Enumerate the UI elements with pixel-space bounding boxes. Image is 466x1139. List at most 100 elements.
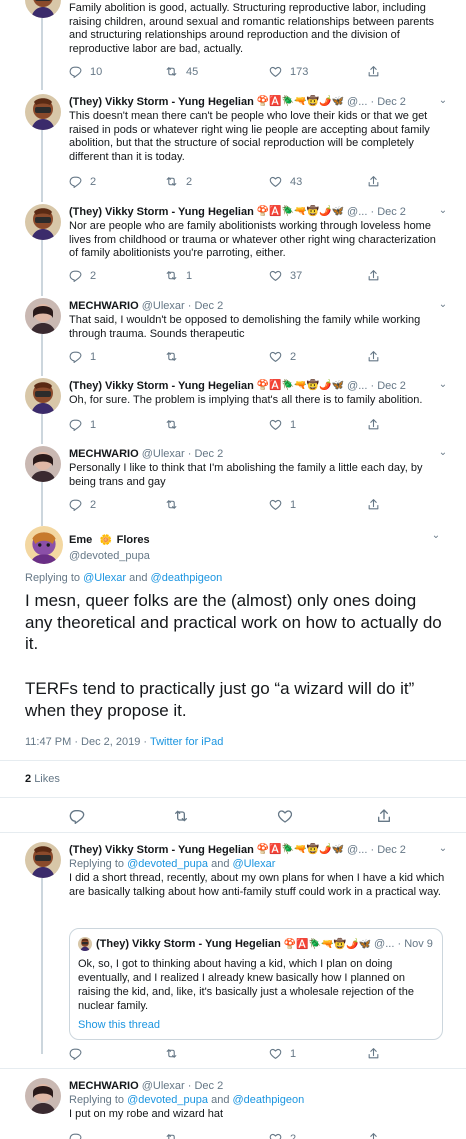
reply-button[interactable] [69,1047,90,1060]
like-button[interactable] [277,808,301,824]
display-name[interactable]: (They) Vikky Storm - Yung Hegelian [69,843,254,857]
divider [0,760,466,761]
mention-link[interactable]: @deathpigeon [233,1094,305,1106]
avatar[interactable] [25,298,61,334]
avatar[interactable] [25,526,63,564]
tweet-date[interactable]: Dec 2 [194,1079,223,1093]
retweet-button[interactable] [165,418,186,431]
share-button[interactable] [367,498,388,511]
reply-count: 2 [90,269,97,282]
handle[interactable]: @... [347,843,367,857]
share-button[interactable] [367,175,388,188]
display-name[interactable]: Eme [69,534,92,546]
reply-button[interactable]: 1 [69,418,96,431]
like-button[interactable]: 173 [269,65,308,78]
mention-link[interactable]: @devoted_pupa [127,1094,208,1106]
display-name-last[interactable]: Flores [117,534,150,546]
mention-link[interactable]: @devoted_pupa [127,858,208,870]
quoted-tweet[interactable]: (They) Vikky Storm - Yung Hegelian 🍄🅰️🪲🔫🤠… [69,928,443,1040]
like-button[interactable]: 2 [269,350,296,363]
tweet-date[interactable]: Dec 2 [377,379,406,393]
tweet-date[interactable]: Dec 2 [194,299,223,313]
display-name[interactable]: (They) Vikky Storm - Yung Hegelian [69,95,254,109]
avatar[interactable] [25,0,61,18]
reply-button[interactable]: 10 [69,65,102,78]
chevron-down-icon[interactable]: ⌄ [436,843,450,857]
share-button[interactable] [367,1047,388,1060]
tweet-date[interactable]: Dec 2 [194,447,223,461]
avatar[interactable] [25,446,61,482]
display-name[interactable]: MECHWARIO [69,447,139,461]
chevron-down-icon[interactable]: ⌄ [436,205,450,219]
avatar[interactable] [25,842,61,878]
thread-line [41,128,43,202]
like-button[interactable]: 2 [269,1132,296,1139]
handle[interactable]: @Ulexar [142,447,185,461]
display-name[interactable]: MECHWARIO [69,299,139,313]
reply-button[interactable] [69,1132,90,1139]
like-button[interactable]: 1 [269,1047,296,1060]
retweet-button[interactable] [165,1132,186,1139]
chevron-down-icon[interactable]: ⌄ [429,530,443,544]
chevron-down-icon[interactable]: ⌄ [436,447,450,461]
chevron-down-icon[interactable]: ⌄ [436,299,450,313]
retweet-button[interactable]: 2 [165,175,192,188]
reply-button[interactable]: 2 [69,175,96,188]
handle[interactable]: @Ulexar [142,299,185,313]
avatar[interactable] [25,1078,61,1114]
like-button[interactable]: 1 [269,498,296,511]
retweet-icon [165,175,178,188]
chevron-down-icon[interactable]: ⌄ [436,379,450,393]
retweet-button[interactable] [165,498,186,511]
reply-button[interactable]: 1 [69,350,96,363]
avatar[interactable] [25,94,61,130]
share-button[interactable] [376,808,400,824]
like-button[interactable]: 43 [269,175,302,188]
tweet-date[interactable]: Dec 2 [377,205,406,219]
mention-link[interactable]: @Ulexar [83,572,126,584]
share-button[interactable] [367,350,388,363]
retweet-icon [165,350,178,363]
reply-button[interactable]: 2 [69,498,96,511]
share-button[interactable] [367,1132,388,1139]
handle[interactable]: @... [347,95,367,109]
retweet-icon [165,1132,178,1139]
like-count: 1 [290,418,297,431]
retweet-button[interactable]: 45 [165,65,198,78]
likes-count[interactable]: 2 [25,773,31,785]
share-button[interactable] [367,65,388,78]
mention-link[interactable]: @deathpigeon [151,572,223,584]
thread-line [41,878,43,1054]
mention-link[interactable]: @Ulexar [233,858,276,870]
display-name[interactable]: (They) Vikky Storm - Yung Hegelian [69,379,254,393]
reply-icon [69,65,82,78]
handle[interactable]: @devoted_pupa [69,550,150,562]
retweet-button[interactable]: 1 [165,269,192,282]
reply-button[interactable]: 2 [69,269,96,282]
handle[interactable]: @... [347,205,367,219]
retweet-button[interactable] [165,1047,186,1060]
likes-label[interactable]: Likes [34,773,60,785]
thread-line [41,414,43,444]
tweet-source[interactable]: Twitter for iPad [150,736,223,748]
retweet-button[interactable] [173,808,197,824]
display-name[interactable]: MECHWARIO [69,1079,139,1093]
avatar[interactable] [25,204,61,240]
retweet-button[interactable] [165,350,186,363]
handle[interactable]: @... [347,379,367,393]
replying-to: Replying to @devoted_pupa and @Ulexar [69,857,446,871]
share-button[interactable] [367,269,388,282]
like-button[interactable]: 37 [269,269,302,282]
tweet-date[interactable]: Dec 2 [377,843,406,857]
reply-button[interactable] [69,808,93,824]
display-name[interactable]: (They) Vikky Storm - Yung Hegelian [69,205,254,219]
like-button[interactable]: 1 [269,418,296,431]
avatar[interactable] [25,378,61,414]
chevron-down-icon[interactable]: ⌄ [436,95,450,109]
name-emoji: 🍄🅰️🪲🔫🤠🌶️🦋 [256,844,344,855]
handle[interactable]: @Ulexar [142,1079,185,1093]
tweet-date[interactable]: Dec 2 [377,95,406,109]
share-button[interactable] [367,418,388,431]
tweet-timestamp[interactable]: 11:47 PM · Dec 2, 2019 · [25,736,147,748]
show-thread-link[interactable]: Show this thread [78,1019,434,1031]
